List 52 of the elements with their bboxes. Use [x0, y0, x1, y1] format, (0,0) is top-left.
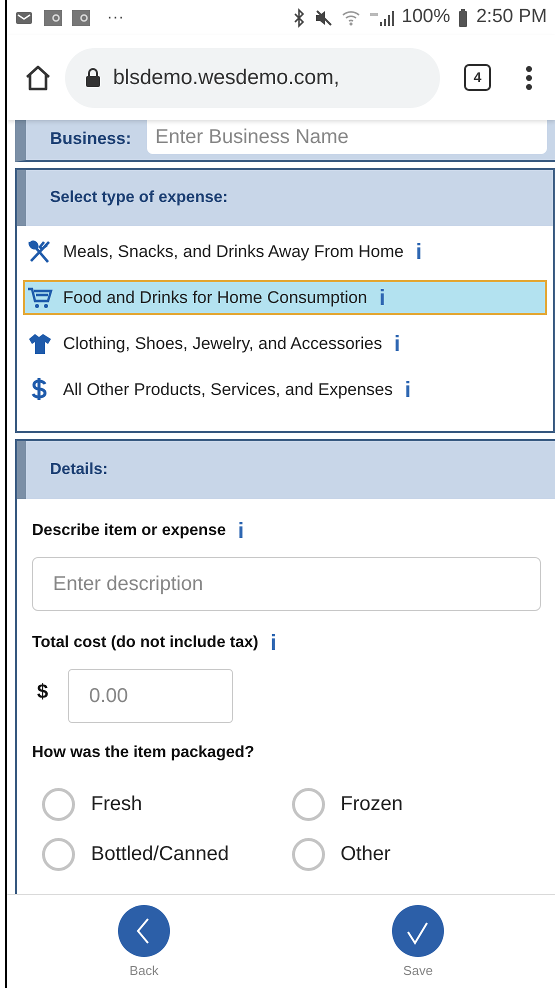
- radio-button[interactable]: [292, 788, 324, 820]
- radio-button[interactable]: [42, 788, 75, 820]
- url-text: blsdemo.wesdemo.com,: [113, 64, 340, 91]
- field-label: Total cost (do not include tax): [32, 633, 258, 653]
- menu-icon: [525, 64, 533, 90]
- info-link[interactable]: i: [238, 520, 244, 542]
- back-button[interactable]: Back: [118, 905, 170, 988]
- info-link[interactable]: i: [379, 286, 386, 308]
- expense-option[interactable]: Meals, Snacks, and Drinks Away From Home i: [23, 234, 547, 269]
- battery-level: 100%: [402, 5, 450, 30]
- wifi-icon: [342, 8, 360, 26]
- currency-symbol: $: [36, 680, 48, 705]
- lock-icon: [85, 68, 101, 88]
- option-label: Clothing, Shoes, Jewelry, and Accessories: [63, 332, 382, 355]
- bluetooth-icon: [292, 8, 306, 28]
- radio-option[interactable]: Fresh: [42, 785, 142, 823]
- radio-option[interactable]: Other: [292, 835, 391, 873]
- option-label: Meals, Snacks, and Drinks Away From Home: [63, 240, 404, 263]
- battery-icon: [458, 8, 468, 28]
- field-label: Describe item or expense: [32, 521, 226, 541]
- app-icon: [71, 8, 91, 26]
- chevron-left-icon: [118, 905, 170, 957]
- info-link[interactable]: i: [394, 332, 400, 354]
- address-bar[interactable]: blsdemo.wesdemo.com,: [65, 48, 440, 108]
- info-link[interactable]: i: [404, 378, 411, 400]
- clock: 2:50 PM: [476, 5, 547, 30]
- checkmark-icon: [392, 905, 444, 957]
- signal-icon: [368, 8, 394, 26]
- radio-button[interactable]: [292, 838, 324, 870]
- radio-option[interactable]: Frozen: [292, 785, 403, 823]
- option-label: All Other Products, Services, and Expenses: [63, 378, 393, 401]
- section-title: Details:: [50, 460, 108, 480]
- utensils-icon: [27, 238, 53, 264]
- cost-field[interactable]: 0.00: [68, 669, 234, 723]
- section-title: Select type of expense:: [50, 188, 228, 208]
- save-button[interactable]: Save: [392, 905, 444, 988]
- expense-option[interactable]: Food and Drinks for Home Consumption i: [23, 280, 547, 315]
- info-link[interactable]: i: [416, 240, 422, 262]
- expense-option[interactable]: All Other Products, Services, and Expenses i: [23, 372, 547, 407]
- radio-button[interactable]: [42, 838, 75, 870]
- radio-option[interactable]: Bottled/Canned: [42, 835, 229, 873]
- business-name-field[interactable]: Enter Business Name: [147, 120, 547, 154]
- more-indicator: ···: [107, 8, 124, 28]
- field-label: Business:: [50, 128, 132, 150]
- description-field[interactable]: Enter description: [32, 557, 541, 611]
- tab-count-button[interactable]: 4: [464, 64, 491, 91]
- field-label: How was the item packaged?: [32, 743, 254, 763]
- info-link[interactable]: i: [270, 632, 276, 654]
- option-label: Food and Drinks for Home Consumption: [63, 286, 368, 309]
- expense-option[interactable]: Clothing, Shoes, Jewelry, and Accessories i: [23, 326, 547, 361]
- app-icon: [43, 8, 63, 26]
- mute-icon: [314, 8, 334, 26]
